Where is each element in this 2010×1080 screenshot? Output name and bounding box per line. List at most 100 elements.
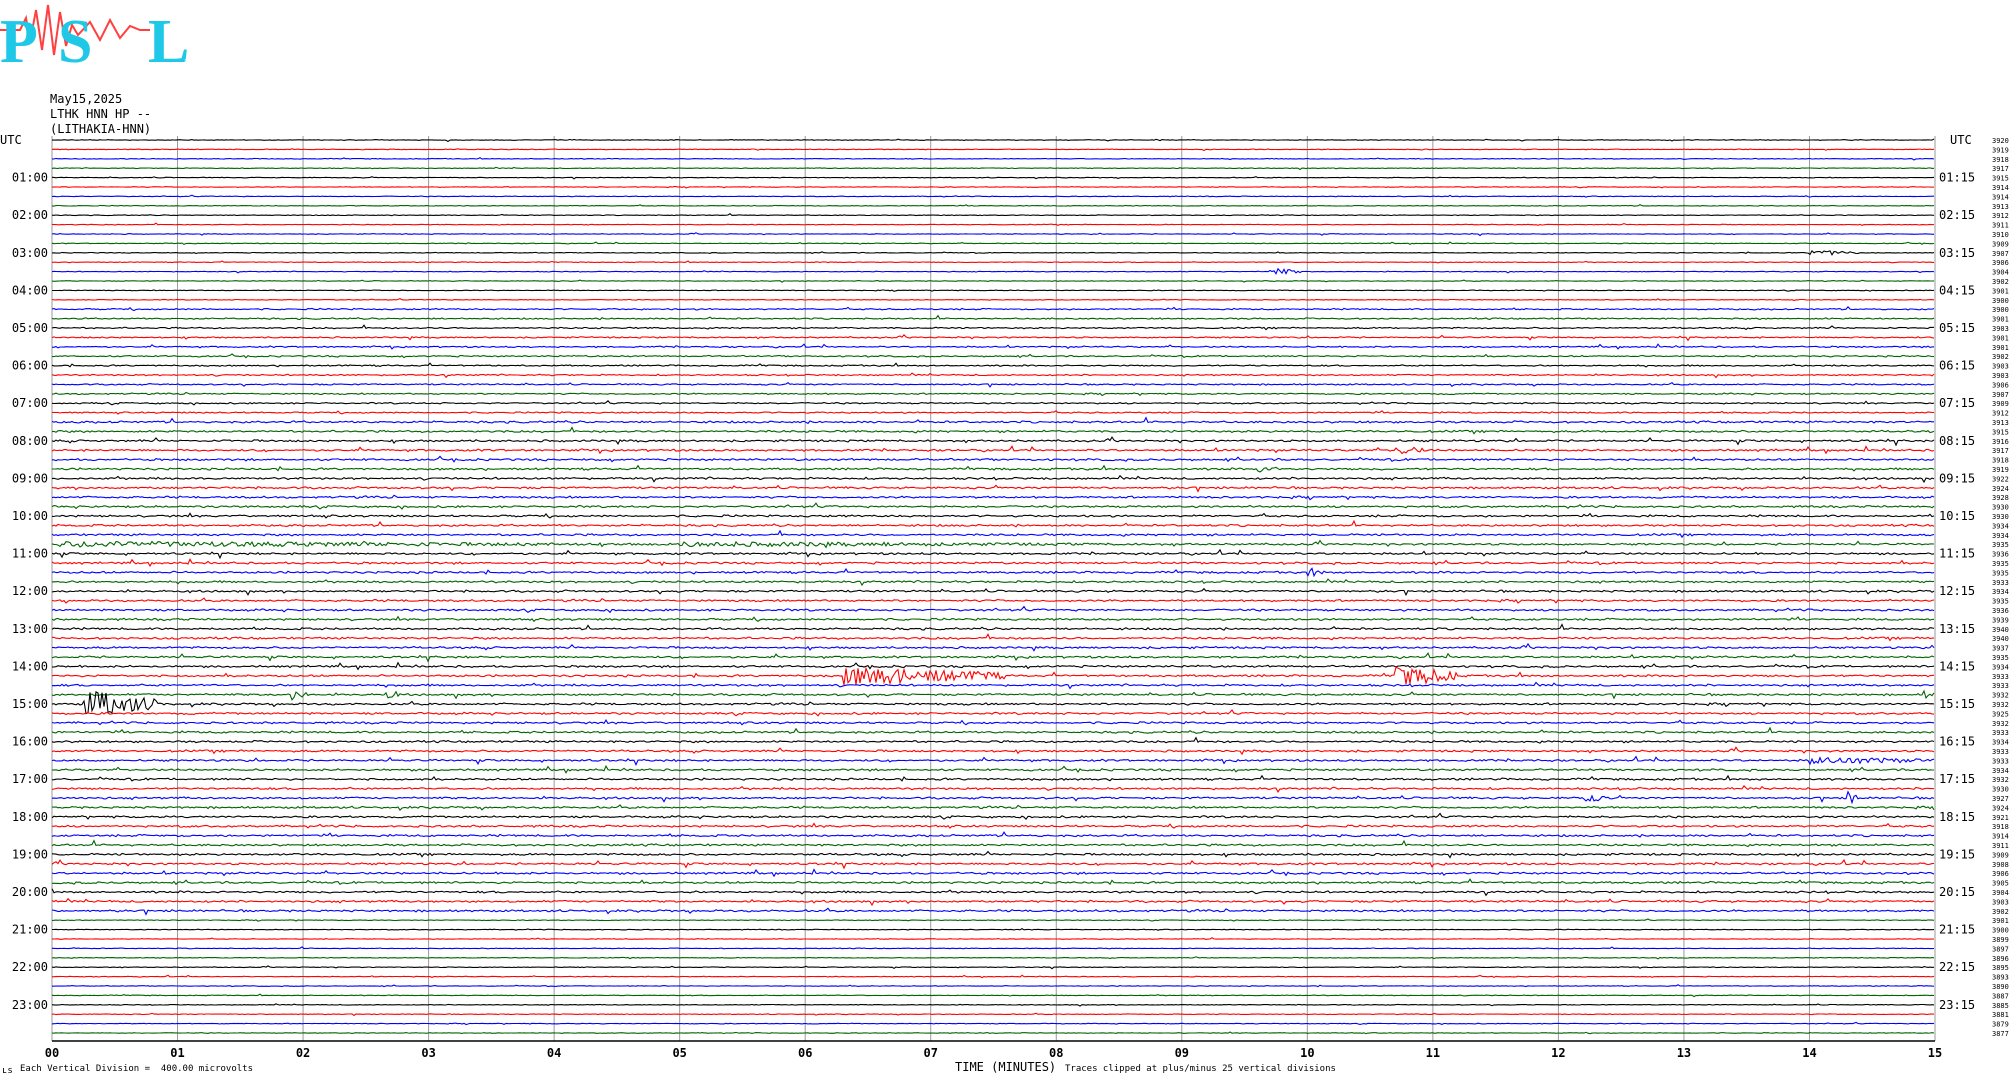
left-hour-label: 02:00	[12, 208, 48, 222]
trace-row-81	[51, 897, 1935, 907]
clip-note: Traces clipped at plus/minus 25 vertical…	[1065, 1064, 1336, 1074]
trace-row-71	[51, 804, 1935, 811]
right-hour-label: 13:15	[1939, 622, 1975, 636]
x-tick-label: 10	[1300, 1046, 1314, 1060]
trace-row-73	[51, 822, 1935, 829]
count-label: 3909	[1992, 851, 2009, 859]
count-label: 3930	[1992, 513, 2009, 521]
trace-row-93	[51, 1012, 1934, 1017]
trace-row-20	[51, 324, 1935, 331]
right-hour-label: 09:15	[1939, 471, 1975, 485]
left-hour-label: 22:00	[12, 960, 48, 974]
left-hour-label: 03:00	[12, 246, 48, 260]
count-label: 3903	[1992, 325, 2009, 333]
trace-row-44	[51, 548, 1935, 560]
count-label: 3935	[1992, 569, 2009, 577]
count-label: 3917	[1992, 447, 2009, 455]
x-tick-label: 06	[798, 1046, 812, 1060]
count-label: 3885	[1992, 1002, 2009, 1010]
trace-row-10	[51, 232, 1935, 237]
count-label: 3911	[1992, 222, 2009, 230]
trace-row-59	[51, 689, 1935, 701]
trace-row-46	[51, 567, 1935, 578]
x-axis-title: TIME (MINUTES)	[955, 1060, 1057, 1074]
count-label: 3877	[1992, 1030, 2009, 1038]
count-label: 3902	[1992, 278, 2009, 286]
seismic-traces	[51, 138, 1935, 1035]
count-label: 3900	[1992, 306, 2009, 314]
count-label: 3902	[1992, 353, 2009, 361]
right-hour-label: 22:15	[1939, 960, 1975, 974]
left-hour-label: 07:00	[12, 396, 48, 410]
trace-row-52	[51, 623, 1935, 631]
count-label: 3925	[1992, 710, 2009, 718]
trace-row-47	[51, 578, 1935, 587]
count-label: 3935	[1992, 654, 2009, 662]
right-hour-label: 21:15	[1939, 923, 1975, 937]
count-label: 3935	[1992, 541, 2009, 549]
right-hour-label: 12:15	[1939, 584, 1975, 598]
count-label: 3918	[1992, 156, 2009, 164]
count-label: 3901	[1992, 287, 2009, 295]
trace-row-85	[51, 937, 1935, 941]
count-label: 3918	[1992, 457, 2009, 465]
trace-row-82	[51, 907, 1935, 916]
trace-row-87	[51, 956, 1935, 960]
trace-row-14	[51, 267, 1935, 275]
trace-row-0	[52, 138, 1935, 143]
count-label: 3918	[1992, 823, 2009, 831]
left-hour-label: 15:00	[12, 697, 48, 711]
right-hour-label: 11:15	[1939, 547, 1975, 561]
count-label: 3921	[1992, 814, 2009, 822]
trace-row-50	[51, 605, 1935, 614]
utc-label-right: UTC	[1950, 133, 1972, 147]
count-label: 3933	[1992, 757, 2009, 765]
trace-row-48	[51, 587, 1935, 597]
x-tick-label: 01	[170, 1046, 184, 1060]
count-label: 3934	[1992, 522, 2009, 530]
trace-row-22	[51, 343, 1935, 350]
left-hour-label: 13:00	[12, 622, 48, 636]
x-tick-label: 11	[1426, 1046, 1440, 1060]
right-hour-label: 06:15	[1939, 359, 1975, 373]
count-label: 3924	[1992, 485, 2009, 493]
count-label: 3932	[1992, 776, 2009, 784]
trace-row-25	[51, 372, 1935, 379]
trace-row-78	[51, 868, 1935, 878]
count-label: 3902	[1992, 908, 2009, 916]
trace-row-58	[51, 681, 1935, 690]
count-label: 3901	[1992, 344, 2009, 352]
count-label: 3907	[1992, 250, 2009, 258]
trace-row-51	[51, 615, 1935, 623]
trace-row-91	[51, 993, 1935, 998]
count-label: 3919	[1992, 466, 2009, 474]
count-label: 3909	[1992, 240, 2009, 248]
trace-row-24	[51, 362, 1935, 368]
trace-row-61	[51, 709, 1935, 717]
left-hour-label: 06:00	[12, 359, 48, 373]
trace-row-83	[51, 918, 1935, 922]
count-label: 3895	[1992, 964, 2009, 972]
trace-row-36	[51, 474, 1935, 484]
count-label: 3913	[1992, 419, 2009, 427]
trace-row-63	[51, 726, 1935, 735]
count-label: 3906	[1992, 870, 2009, 878]
count-label: 3937	[1992, 645, 2009, 653]
count-label: 3915	[1992, 175, 2009, 183]
count-label: 3920	[1992, 137, 2009, 145]
right-hour-label: 18:15	[1939, 810, 1975, 824]
count-label: 3934	[1992, 767, 2009, 775]
x-tick-label: 03	[421, 1046, 435, 1060]
trace-row-62	[51, 719, 1935, 726]
x-tick-label: 07	[924, 1046, 938, 1060]
trace-row-19	[51, 314, 1935, 321]
left-hour-label: 20:00	[12, 885, 48, 899]
count-label: 3893	[1992, 974, 2009, 982]
trace-row-30	[51, 416, 1935, 425]
trace-row-37	[51, 484, 1935, 493]
count-label: 3934	[1992, 663, 2009, 671]
count-label: 3901	[1992, 334, 2009, 342]
trace-row-65	[51, 746, 1935, 756]
right-hour-label: 08:15	[1939, 434, 1975, 448]
x-tick-label: 09	[1175, 1046, 1189, 1060]
